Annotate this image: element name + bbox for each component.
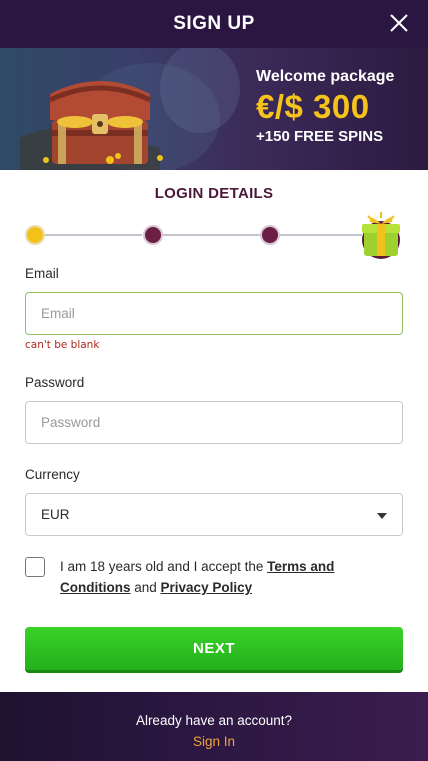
bonus-amount: €/$ 300 bbox=[256, 88, 370, 125]
welcome-text: Welcome package bbox=[256, 68, 395, 85]
password-label: Password bbox=[25, 375, 85, 390]
close-icon[interactable] bbox=[388, 12, 410, 34]
terms-prefix: I am 18 years old and I accept the bbox=[60, 559, 268, 574]
chevron-down-icon bbox=[377, 513, 387, 519]
gift-icon bbox=[362, 212, 400, 259]
terms-checkbox[interactable] bbox=[25, 557, 45, 577]
free-spins-text: +150 FREE SPINS bbox=[256, 128, 384, 145]
step-2 bbox=[143, 225, 163, 245]
terms-middle: and bbox=[130, 580, 161, 595]
step-3 bbox=[260, 225, 280, 245]
section-title: LOGIN DETAILS bbox=[154, 185, 274, 202]
header: SIGN UP bbox=[0, 0, 428, 48]
progress-stepper bbox=[0, 205, 428, 265]
terms-text: I am 18 years old and I accept the Terms… bbox=[60, 556, 380, 598]
page-title: SIGN UP bbox=[173, 13, 255, 34]
currency-label: Currency bbox=[25, 467, 80, 482]
step-1 bbox=[25, 225, 45, 245]
sign-in-link[interactable]: Sign In bbox=[0, 734, 428, 749]
email-error: can't be blank bbox=[25, 339, 100, 351]
currency-value: EUR bbox=[41, 507, 70, 522]
currency-select[interactable]: EUR bbox=[25, 493, 403, 536]
step-line bbox=[163, 234, 260, 236]
account-prompt: Already have an account? bbox=[135, 713, 293, 728]
password-field[interactable] bbox=[25, 401, 403, 444]
promo-banner: Welcome package €/$ 300 +150 FREE SPINS bbox=[0, 48, 428, 170]
step-line bbox=[280, 234, 362, 236]
footer: Already have an account? Sign In bbox=[0, 692, 428, 761]
email-field[interactable] bbox=[25, 292, 403, 335]
privacy-link[interactable]: Privacy Policy bbox=[161, 580, 253, 595]
email-label: Email bbox=[25, 266, 59, 281]
treasure-chest-icon bbox=[20, 48, 240, 170]
next-button[interactable]: NEXT bbox=[25, 627, 403, 670]
step-line bbox=[45, 234, 142, 236]
